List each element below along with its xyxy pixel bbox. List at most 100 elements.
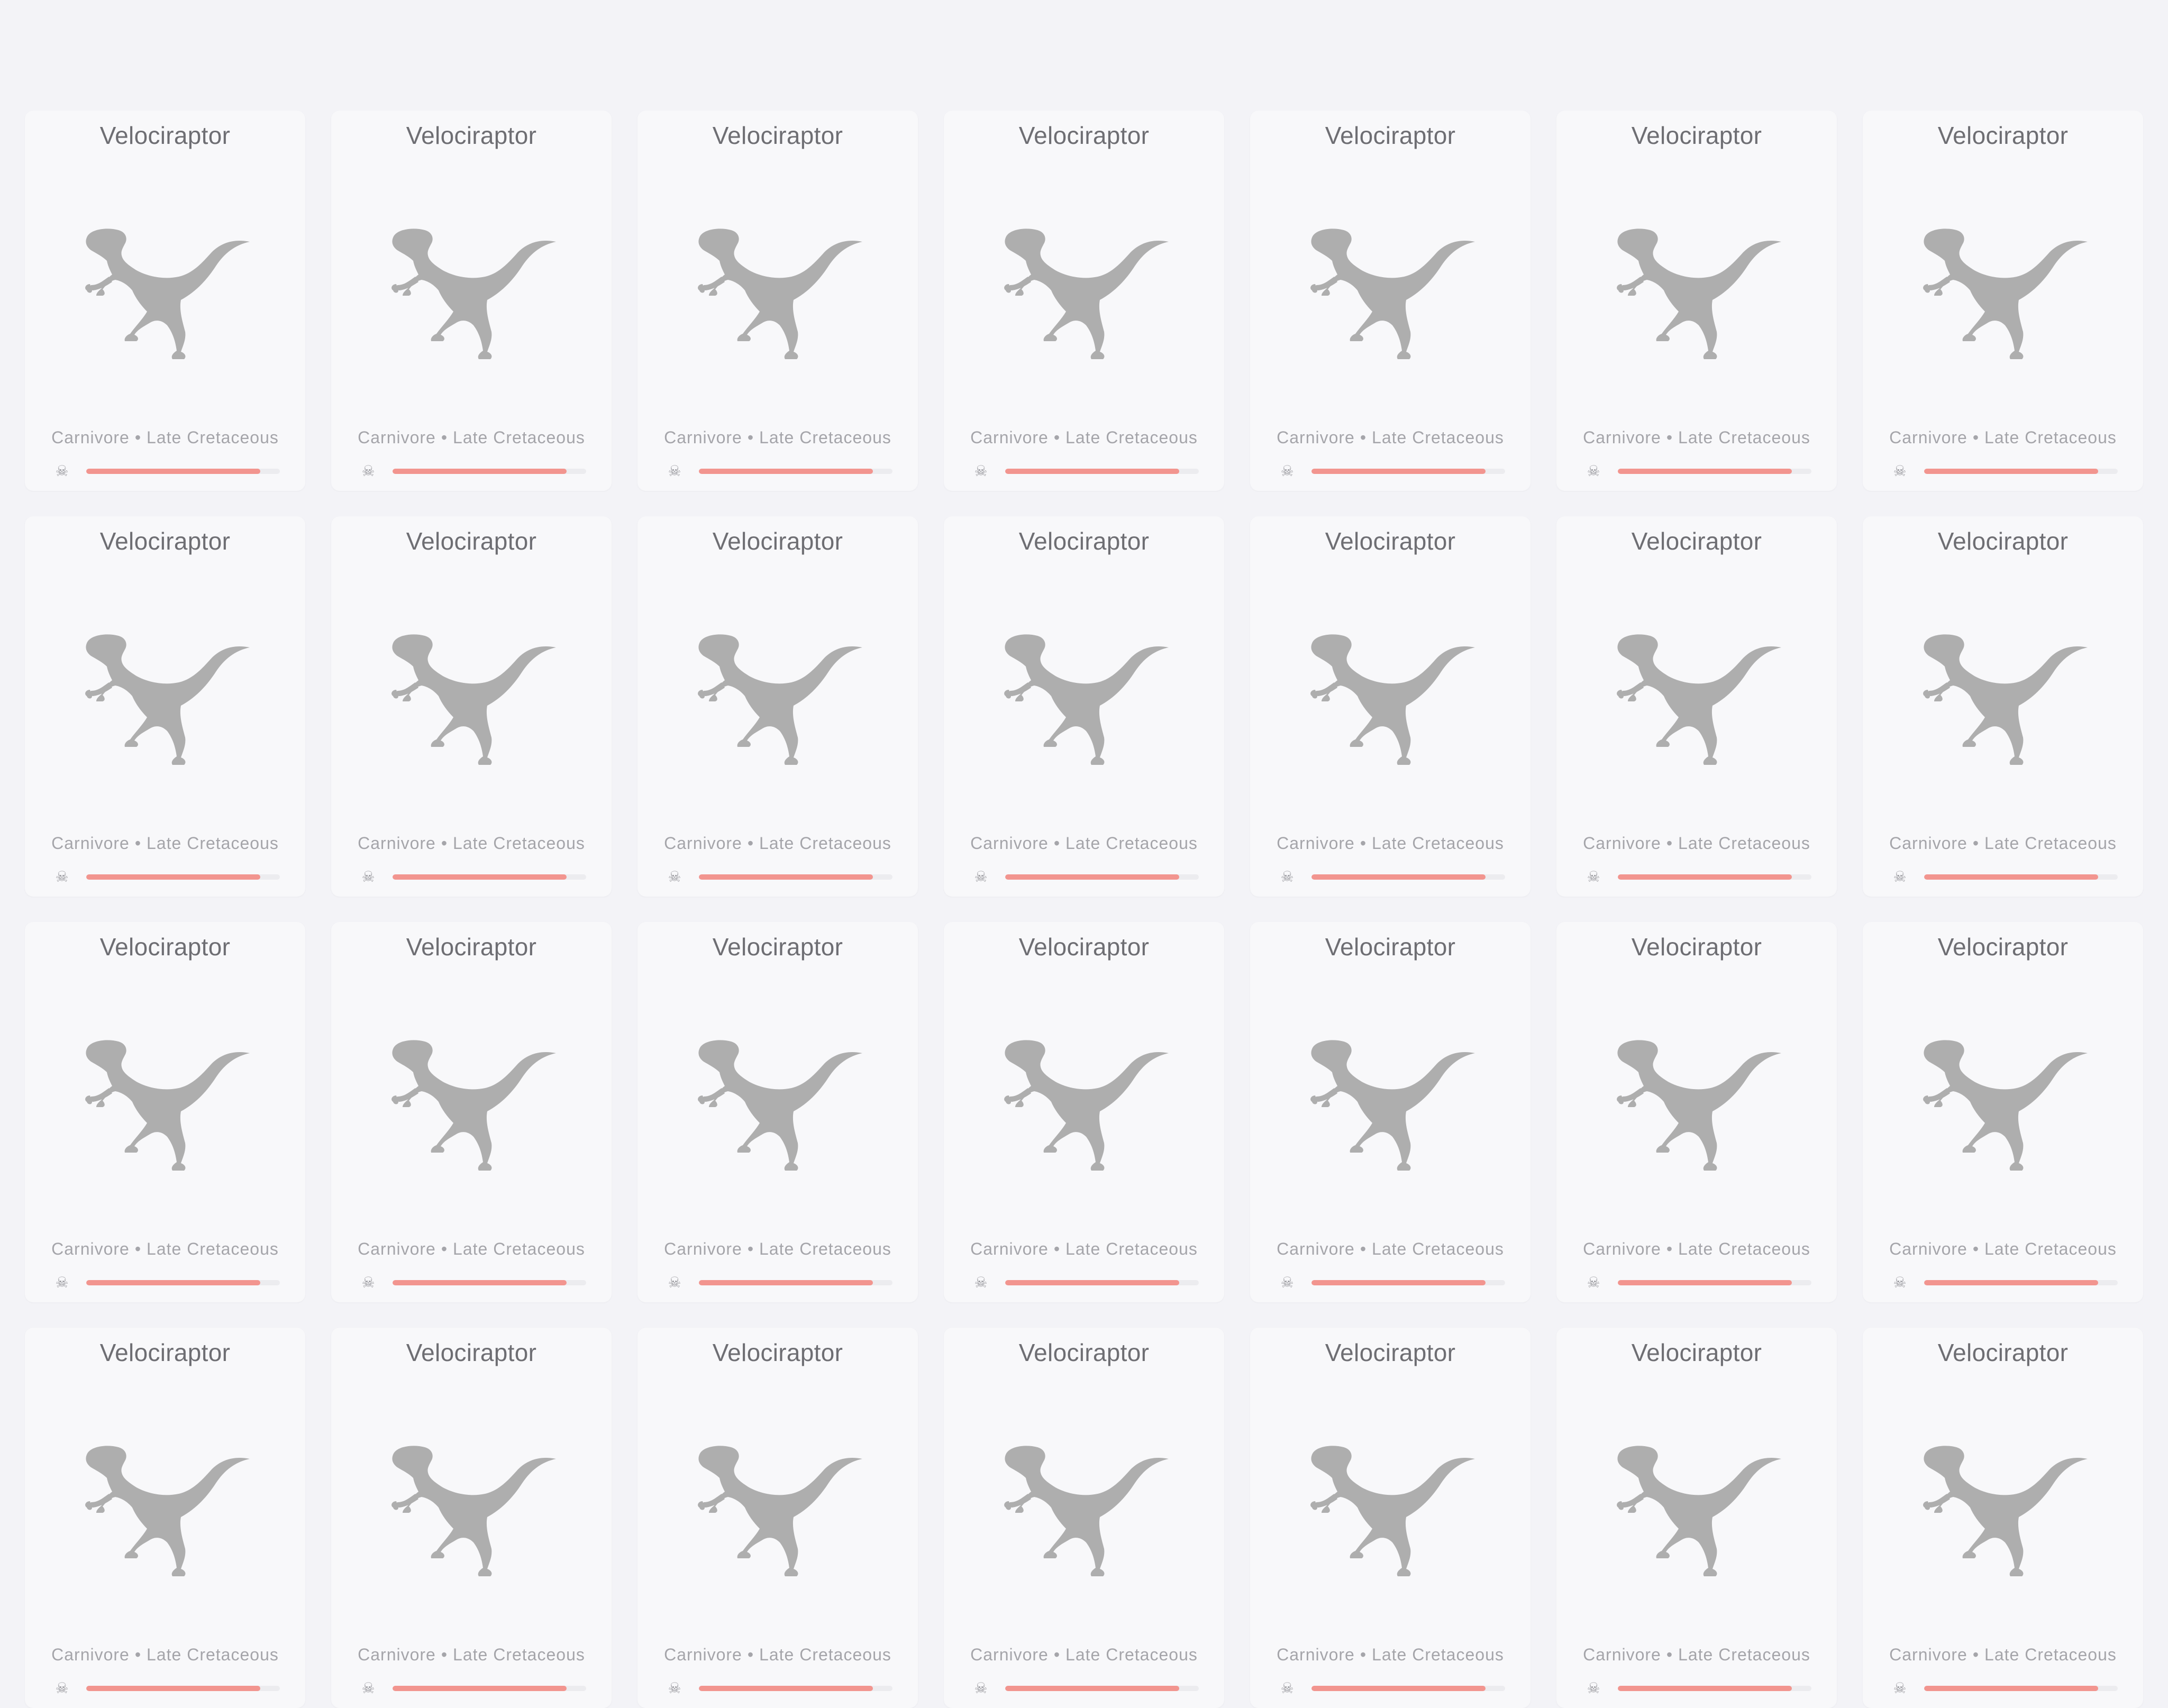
diet-label: Carnivore xyxy=(51,1239,130,1258)
dinosaur-card[interactable]: Velociraptor Carnivore • Late Cretaceous ☠ xyxy=(637,516,918,897)
danger-meter: ☠ xyxy=(1278,867,1505,887)
velociraptor-silhouette-icon xyxy=(1617,1040,1781,1171)
danger-bar-track xyxy=(1924,1686,2118,1691)
dinosaur-card[interactable]: Velociraptor Carnivore • Late Cretaceous ☠ xyxy=(331,111,612,491)
dinosaur-card[interactable]: Velociraptor Carnivore • Late Cretaceous ☠ xyxy=(637,1328,918,1708)
velociraptor-silhouette-image xyxy=(1607,1443,1787,1581)
dinosaur-card[interactable]: Velociraptor Carnivore • Late Cretaceous ☠ xyxy=(331,922,612,1302)
danger-bar-track xyxy=(699,1686,892,1691)
dinosaur-name: Velociraptor xyxy=(406,527,537,555)
dinosaur-card[interactable]: Velociraptor Carnivore • Late Cretaceous ☠ xyxy=(1556,111,1837,491)
danger-bar-fill xyxy=(1618,874,1792,880)
separator-dot: • xyxy=(134,834,142,853)
danger-bar-track xyxy=(86,874,280,880)
velociraptor-silhouette-icon xyxy=(391,1446,556,1576)
velociraptor-silhouette-icon xyxy=(85,1446,250,1576)
dinosaur-card[interactable]: Velociraptor Carnivore • Late Cretaceous ☠ xyxy=(1863,1328,2143,1708)
velociraptor-silhouette-icon xyxy=(1923,1446,2088,1576)
dinosaur-meta: Carnivore • Late Cretaceous xyxy=(1556,1645,1837,1665)
diet-label: Carnivore xyxy=(358,1645,436,1664)
danger-meter: ☠ xyxy=(1278,1679,1505,1698)
dinosaur-card[interactable]: Velociraptor Carnivore • Late Cretaceous ☠ xyxy=(637,922,918,1302)
skull-icon: ☠ xyxy=(361,463,375,479)
dinosaur-card[interactable]: Velociraptor Carnivore • Late Cretaceous ☠ xyxy=(1863,516,2143,897)
dinosaur-card[interactable]: Velociraptor Carnivore • Late Cretaceous ☠ xyxy=(1863,922,2143,1302)
danger-meter: ☠ xyxy=(1890,462,2118,481)
separator-dot: • xyxy=(747,1239,754,1258)
skull-icon: ☠ xyxy=(1280,1274,1294,1291)
danger-bar-track xyxy=(1311,1280,1505,1285)
diet-label: Carnivore xyxy=(970,428,1049,447)
period-label: Late Cretaceous xyxy=(759,428,891,447)
dinosaur-meta: Carnivore • Late Cretaceous xyxy=(944,834,1224,853)
diet-label: Carnivore xyxy=(664,428,742,447)
dinosaur-card[interactable]: Velociraptor Carnivore • Late Cretaceous ☠ xyxy=(637,111,918,491)
danger-bar-track xyxy=(1005,469,1199,474)
dinosaur-card[interactable]: Velociraptor Carnivore • Late Cretaceous ☠ xyxy=(944,922,1224,1302)
diet-label: Carnivore xyxy=(1277,834,1355,853)
dinosaur-name: Velociraptor xyxy=(1937,1339,2069,1366)
danger-meter: ☠ xyxy=(1890,867,2118,887)
dinosaur-meta: Carnivore • Late Cretaceous xyxy=(331,834,612,853)
diet-label: Carnivore xyxy=(664,1239,742,1258)
dinosaur-card[interactable]: Velociraptor Carnivore • Late Cretaceous ☠ xyxy=(1250,1328,1531,1708)
velociraptor-silhouette-image xyxy=(1913,632,2093,769)
separator-dot: • xyxy=(1053,1239,1061,1258)
dinosaur-card[interactable]: Velociraptor Carnivore • Late Cretaceous ☠ xyxy=(331,1328,612,1708)
period-label: Late Cretaceous xyxy=(453,1239,585,1258)
dinosaur-card[interactable]: Velociraptor Carnivore • Late Cretaceous ☠ xyxy=(1250,111,1531,491)
dinosaur-name: Velociraptor xyxy=(1325,1339,1456,1366)
danger-bar-fill xyxy=(1924,469,2099,474)
danger-meter: ☠ xyxy=(52,462,280,481)
dinosaur-name: Velociraptor xyxy=(1631,933,1762,961)
danger-bar-fill xyxy=(1618,1686,1792,1691)
dinosaur-meta: Carnivore • Late Cretaceous xyxy=(637,834,918,853)
dinosaur-card[interactable]: Velociraptor Carnivore • Late Cretaceous ☠ xyxy=(944,1328,1224,1708)
period-label: Late Cretaceous xyxy=(453,428,585,447)
dinosaur-name: Velociraptor xyxy=(1631,1339,1762,1366)
velociraptor-silhouette-icon xyxy=(85,1040,250,1171)
danger-meter: ☠ xyxy=(665,462,892,481)
diet-label: Carnivore xyxy=(1583,1645,1661,1664)
dinosaur-card[interactable]: Velociraptor Carnivore • Late Cretaceous ☠ xyxy=(1250,922,1531,1302)
velociraptor-silhouette-icon xyxy=(698,229,862,359)
velociraptor-silhouette-image xyxy=(75,632,255,769)
dinosaur-card[interactable]: Velociraptor Carnivore • Late Cretaceous ☠ xyxy=(25,922,305,1302)
diet-label: Carnivore xyxy=(1889,1239,1967,1258)
dinosaur-card[interactable]: Velociraptor Carnivore • Late Cretaceous ☠ xyxy=(1250,516,1531,897)
period-label: Late Cretaceous xyxy=(759,1239,891,1258)
dinosaur-card[interactable]: Velociraptor Carnivore • Late Cretaceous ☠ xyxy=(1556,922,1837,1302)
period-label: Late Cretaceous xyxy=(1372,834,1504,853)
period-label: Late Cretaceous xyxy=(1372,1645,1504,1664)
danger-bar-fill xyxy=(699,1686,873,1691)
skull-icon: ☠ xyxy=(1280,463,1294,479)
velociraptor-silhouette-icon xyxy=(1310,1040,1475,1171)
danger-bar-track xyxy=(1924,1280,2118,1285)
period-label: Late Cretaceous xyxy=(759,1645,891,1664)
dinosaur-card[interactable]: Velociraptor Carnivore • Late Cretaceous ☠ xyxy=(331,516,612,897)
dinosaur-card[interactable]: Velociraptor Carnivore • Late Cretaceous ☠ xyxy=(25,516,305,897)
dinosaur-card[interactable]: Velociraptor Carnivore • Late Cretaceous ☠ xyxy=(25,1328,305,1708)
skull-icon: ☠ xyxy=(974,869,988,885)
dinosaur-card[interactable]: Velociraptor Carnivore • Late Cretaceous ☠ xyxy=(944,111,1224,491)
dinosaur-card[interactable]: Velociraptor Carnivore • Late Cretaceous ☠ xyxy=(1556,1328,1837,1708)
dinosaur-name: Velociraptor xyxy=(712,527,843,555)
dinosaur-card[interactable]: Velociraptor Carnivore • Late Cretaceous ☠ xyxy=(944,516,1224,897)
dinosaur-card[interactable]: Velociraptor Carnivore • Late Cretaceous ☠ xyxy=(1556,516,1837,897)
danger-bar-fill xyxy=(393,469,567,474)
dinosaur-name: Velociraptor xyxy=(99,933,231,961)
skull-icon: ☠ xyxy=(361,1274,375,1291)
period-label: Late Cretaceous xyxy=(1678,1645,1810,1664)
velociraptor-silhouette-image xyxy=(381,226,561,363)
dinosaur-card[interactable]: Velociraptor Carnivore • Late Cretaceous ☠ xyxy=(25,111,305,491)
danger-meter: ☠ xyxy=(665,867,892,887)
dinosaur-name: Velociraptor xyxy=(1631,122,1762,149)
velociraptor-silhouette-image xyxy=(1913,1443,2093,1581)
velociraptor-silhouette-image xyxy=(1300,226,1480,363)
skull-icon: ☠ xyxy=(55,463,69,479)
skull-icon: ☠ xyxy=(1893,463,1907,479)
danger-bar-fill xyxy=(86,469,261,474)
dinosaur-card[interactable]: Velociraptor Carnivore • Late Cretaceous ☠ xyxy=(1863,111,2143,491)
velociraptor-silhouette-image xyxy=(688,226,868,363)
velociraptor-silhouette-icon xyxy=(1004,229,1169,359)
